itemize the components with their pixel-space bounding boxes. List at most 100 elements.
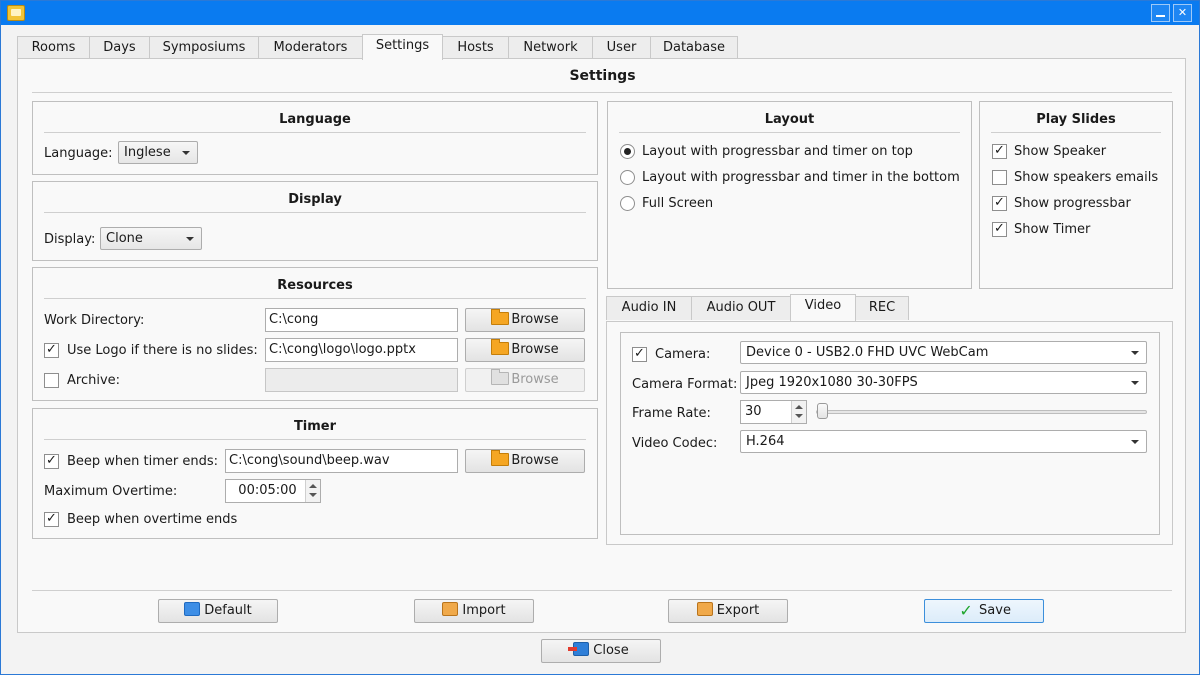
import-label: Import: [462, 603, 506, 618]
divider: [44, 439, 586, 440]
beep-overtime-label: Beep when overtime ends: [67, 512, 238, 527]
logo-browse-button[interactable]: Browse: [465, 338, 585, 362]
tab-days[interactable]: Days: [89, 36, 150, 59]
work-directory-field[interactable]: C:\cong: [265, 308, 458, 332]
tab-moderators[interactable]: Moderators: [258, 36, 363, 59]
title-bar: ✕: [1, 1, 1199, 25]
tab-user[interactable]: User: [592, 36, 651, 59]
folder-icon: [491, 450, 510, 466]
layout-bottom-radio[interactable]: [620, 170, 635, 185]
camera-format-select[interactable]: Jpeg 1920x1080 30-30FPS: [740, 371, 1147, 394]
spinner-arrows-icon[interactable]: [791, 401, 806, 423]
chevron-down-icon: [1131, 351, 1139, 355]
video-settings-box: ✓ Camera: Device 0 - USB2.0 FHD UVC WebC…: [620, 332, 1160, 535]
show-speaker-label: Show Speaker: [1014, 144, 1107, 159]
tab-video[interactable]: Video: [790, 294, 856, 321]
max-overtime-stepper[interactable]: 00:05:00: [225, 479, 321, 503]
refresh-icon: [184, 602, 201, 616]
default-button[interactable]: Default: [158, 599, 278, 623]
display-title: Display: [288, 192, 342, 207]
chevron-down-icon: [182, 151, 190, 155]
timer-title: Timer: [293, 419, 337, 434]
language-select[interactable]: Inglese: [118, 141, 198, 164]
tab-audio-in[interactable]: Audio IN: [606, 296, 692, 320]
tab-settings[interactable]: Settings: [362, 34, 443, 60]
camera-format-value: Jpeg 1920x1080 30-30FPS: [746, 375, 918, 390]
save-button[interactable]: ✓ Save: [924, 599, 1044, 623]
spinner-arrows-icon[interactable]: [305, 480, 320, 502]
folder-icon: [491, 309, 510, 325]
beep-overtime-checkbox[interactable]: ✓: [44, 512, 59, 527]
beep-sound-field[interactable]: C:\cong\sound\beep.wav: [225, 449, 458, 473]
show-timer-checkbox[interactable]: ✓: [992, 222, 1007, 237]
show-emails-checkbox[interactable]: [992, 170, 1007, 185]
close-window-button[interactable]: ✕: [1173, 4, 1192, 22]
work-directory-browse-button[interactable]: Browse: [465, 308, 585, 332]
divider: [32, 590, 1172, 591]
tab-rooms[interactable]: Rooms: [17, 36, 90, 59]
tab-database[interactable]: Database: [650, 36, 738, 59]
full-screen-label: Full Screen: [642, 196, 714, 211]
beep-timer-checkbox[interactable]: ✓: [44, 454, 59, 469]
minimize-icon: [1156, 15, 1165, 17]
tab-rec[interactable]: REC: [855, 296, 909, 320]
browse-label: Browse: [511, 372, 559, 387]
max-overtime-value: 00:05:00: [238, 483, 297, 498]
tab-symposiums[interactable]: Symposiums: [149, 36, 259, 59]
frame-rate-slider-thumb[interactable]: [817, 403, 828, 419]
layout-top-label: Layout with progressbar and timer on top: [642, 144, 913, 159]
tab-hosts[interactable]: Hosts: [442, 36, 509, 59]
video-codec-label: Video Codec:: [632, 436, 718, 451]
display-select[interactable]: Clone: [100, 227, 202, 250]
resources-group: Resources Work Directory: C:\cong Browse…: [32, 267, 598, 401]
default-label: Default: [204, 603, 252, 618]
language-title: Language: [279, 112, 351, 127]
full-screen-radio[interactable]: [620, 196, 635, 211]
show-speaker-checkbox[interactable]: ✓: [992, 144, 1007, 159]
camera-checkbox[interactable]: ✓: [632, 347, 647, 362]
import-button[interactable]: Import: [414, 599, 534, 623]
archive-checkbox[interactable]: [44, 373, 59, 388]
tab-network[interactable]: Network: [508, 36, 593, 59]
camera-select[interactable]: Device 0 - USB2.0 FHD UVC WebCam: [740, 341, 1147, 364]
use-logo-checkbox[interactable]: ✓: [44, 343, 59, 358]
layout-group: Layout Layout with progressbar and timer…: [607, 101, 972, 289]
play-slides-title: Play Slides: [1036, 112, 1116, 127]
beep-browse-button[interactable]: Browse: [465, 449, 585, 473]
logo-path-field[interactable]: C:\cong\logo\logo.pptx: [265, 338, 458, 362]
language-label: Language:: [44, 146, 113, 161]
settings-window: ✕ Rooms Days Symposiums Moderators Setti…: [0, 0, 1200, 675]
save-label: Save: [979, 603, 1011, 618]
camera-value: Device 0 - USB2.0 FHD UVC WebCam: [746, 345, 989, 360]
show-progressbar-checkbox[interactable]: ✓: [992, 196, 1007, 211]
frame-rate-stepper[interactable]: 30: [740, 400, 807, 424]
export-button[interactable]: Export: [668, 599, 788, 623]
layout-title: Layout: [764, 112, 815, 127]
divider: [44, 212, 586, 213]
max-overtime-label: Maximum Overtime:: [44, 484, 178, 499]
browse-label: Browse: [511, 312, 559, 327]
resources-title: Resources: [277, 278, 353, 293]
page-title: Settings: [569, 68, 636, 84]
show-emails-label: Show speakers emails: [1014, 170, 1159, 185]
minimize-button[interactable]: [1151, 4, 1170, 22]
archive-label: Archive:: [67, 373, 121, 388]
layout-bottom-label: Layout with progressbar and timer in the…: [642, 170, 960, 185]
folder-icon: [491, 369, 510, 385]
chevron-down-icon: [1131, 381, 1139, 385]
show-progressbar-label: Show progressbar: [1014, 196, 1131, 211]
display-value: Clone: [106, 231, 143, 246]
divider: [991, 132, 1161, 133]
tab-audio-out[interactable]: Audio OUT: [691, 296, 791, 320]
display-label: Display:: [44, 232, 96, 247]
browse-label: Browse: [511, 342, 559, 357]
language-value: Inglese: [124, 145, 171, 160]
divider: [44, 298, 586, 299]
layout-top-radio[interactable]: [620, 144, 635, 159]
chevron-down-icon: [186, 237, 194, 241]
divider: [619, 132, 960, 133]
settings-panel: Settings Language Language: Inglese Disp…: [17, 58, 1186, 633]
frame-rate-slider[interactable]: [816, 410, 1147, 414]
video-codec-select[interactable]: H.264: [740, 430, 1147, 453]
close-button[interactable]: Close: [541, 639, 661, 663]
